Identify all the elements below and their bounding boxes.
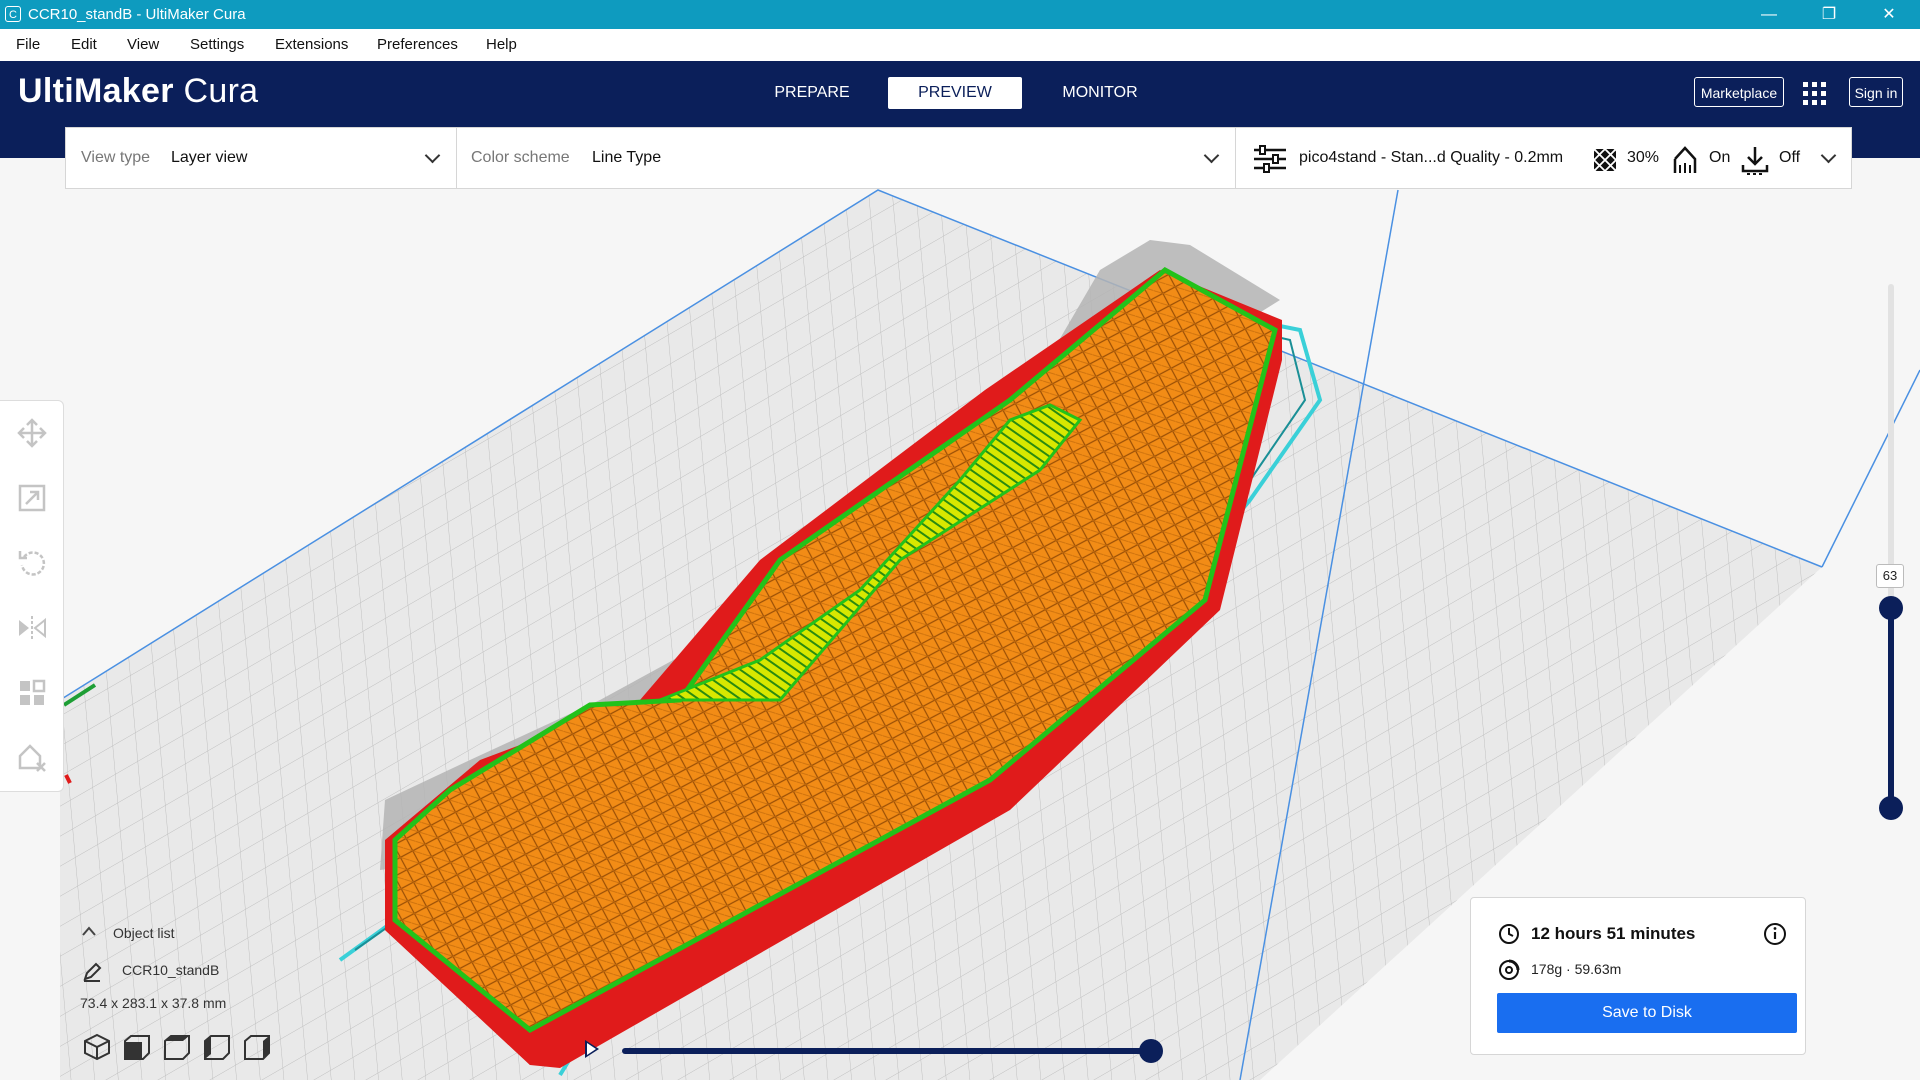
object-name[interactable]: CCR10_standB bbox=[122, 962, 219, 978]
move-icon[interactable] bbox=[16, 417, 48, 449]
support-icon bbox=[1673, 146, 1697, 173]
simulation-slider-handle[interactable] bbox=[1139, 1039, 1163, 1063]
title-bar: C CCR10_standB - UltiMaker Cura — ❐ ✕ bbox=[0, 0, 1920, 29]
color-scheme-label: Color scheme bbox=[471, 149, 570, 166]
rotate-icon[interactable] bbox=[16, 547, 48, 579]
adhesion-icon bbox=[1741, 147, 1769, 175]
view-type-label: View type bbox=[81, 149, 151, 166]
build-volume-edge-right bbox=[1821, 369, 1920, 568]
info-icon[interactable] bbox=[1763, 922, 1787, 946]
object-dimensions: 73.4 x 283.1 x 37.8 mm bbox=[80, 995, 227, 1011]
applications-grid-icon[interactable] bbox=[1803, 82, 1827, 106]
infill-value: 30% bbox=[1627, 149, 1660, 166]
chevron-down-icon bbox=[1203, 147, 1220, 164]
per-model-settings-icon[interactable] bbox=[16, 677, 48, 709]
menu-help[interactable]: Help bbox=[486, 36, 517, 53]
settings-sliders-icon bbox=[1254, 145, 1286, 173]
menu-extensions[interactable]: Extensions bbox=[275, 36, 348, 53]
minimize-button[interactable]: — bbox=[1746, 0, 1792, 29]
view-type-selector[interactable]: View type Layer view bbox=[65, 127, 457, 189]
object-list-header[interactable]: Object list bbox=[113, 925, 174, 941]
material-usage: 178g · 59.63m bbox=[1531, 961, 1622, 977]
clock-icon bbox=[1499, 924, 1519, 944]
mirror-icon[interactable] bbox=[16, 612, 48, 644]
close-button[interactable]: ✕ bbox=[1866, 0, 1912, 29]
tab-prepare[interactable]: PREPARE bbox=[752, 77, 872, 109]
view-type-value: Layer view bbox=[171, 149, 248, 166]
transform-tools bbox=[0, 400, 64, 792]
pencil-icon[interactable] bbox=[82, 962, 102, 982]
window-title: CCR10_standB - UltiMaker Cura bbox=[28, 6, 246, 23]
layer-slider-range bbox=[1888, 608, 1894, 808]
color-scheme-value: Line Type bbox=[592, 149, 662, 166]
support-value: On bbox=[1709, 149, 1731, 166]
play-icon[interactable] bbox=[585, 1040, 599, 1058]
print-time: 12 hours 51 minutes bbox=[1531, 924, 1696, 943]
chevron-down-icon bbox=[424, 147, 441, 164]
sign-in-button[interactable]: Sign in bbox=[1849, 77, 1903, 107]
menu-view[interactable]: View bbox=[127, 36, 159, 53]
current-layer-number[interactable]: 63 bbox=[1876, 564, 1904, 588]
layer-slider-upper-handle[interactable] bbox=[1879, 596, 1903, 620]
logo-product: Cura bbox=[183, 72, 259, 110]
infill-icon bbox=[1592, 147, 1618, 173]
profile-name: pico4stand - Stan...d Quality - 0.2mm bbox=[1299, 149, 1564, 166]
menu-preferences[interactable]: Preferences bbox=[377, 36, 458, 53]
menu-settings[interactable]: Settings bbox=[190, 36, 244, 53]
cura-app-icon: C bbox=[5, 6, 21, 22]
menu-bar: File Edit View Settings Extensions Prefe… bbox=[0, 29, 1920, 62]
menu-file[interactable]: File bbox=[16, 36, 40, 53]
tab-preview[interactable]: PREVIEW bbox=[888, 77, 1022, 109]
logo-brand: UltiMaker bbox=[18, 72, 174, 110]
support-blocker-icon[interactable] bbox=[16, 742, 48, 774]
spool-icon bbox=[1499, 959, 1520, 980]
front-view-icon[interactable] bbox=[123, 1033, 151, 1061]
save-to-disk-button[interactable]: Save to Disk bbox=[1497, 993, 1797, 1033]
top-view-icon[interactable] bbox=[163, 1033, 191, 1061]
left-view-icon[interactable] bbox=[203, 1033, 231, 1061]
restore-button[interactable]: ❐ bbox=[1806, 0, 1852, 29]
layer-slider-lower-handle[interactable] bbox=[1879, 796, 1903, 820]
3d-view-icon[interactable] bbox=[83, 1033, 111, 1061]
scale-icon[interactable] bbox=[16, 482, 48, 514]
simulation-slider-track[interactable] bbox=[622, 1048, 1152, 1054]
chevron-up-icon[interactable] bbox=[82, 926, 96, 936]
tab-monitor[interactable]: MONITOR bbox=[1040, 77, 1160, 109]
marketplace-button[interactable]: Marketplace bbox=[1694, 77, 1784, 107]
chevron-down-icon bbox=[1820, 147, 1837, 164]
adhesion-value: Off bbox=[1779, 149, 1801, 166]
print-settings-selector[interactable]: pico4stand - Stan...d Quality - 0.2mm 30… bbox=[1235, 127, 1852, 189]
right-view-icon[interactable] bbox=[243, 1033, 271, 1061]
menu-edit[interactable]: Edit bbox=[71, 36, 97, 53]
print-information-panel: 12 hours 51 minutes 178g · 59.63m Save t… bbox=[1470, 897, 1806, 1055]
ultimaker-cura-logo: UltiMaker Cura bbox=[18, 72, 258, 111]
color-scheme-selector[interactable]: Color scheme Line Type bbox=[456, 127, 1236, 189]
